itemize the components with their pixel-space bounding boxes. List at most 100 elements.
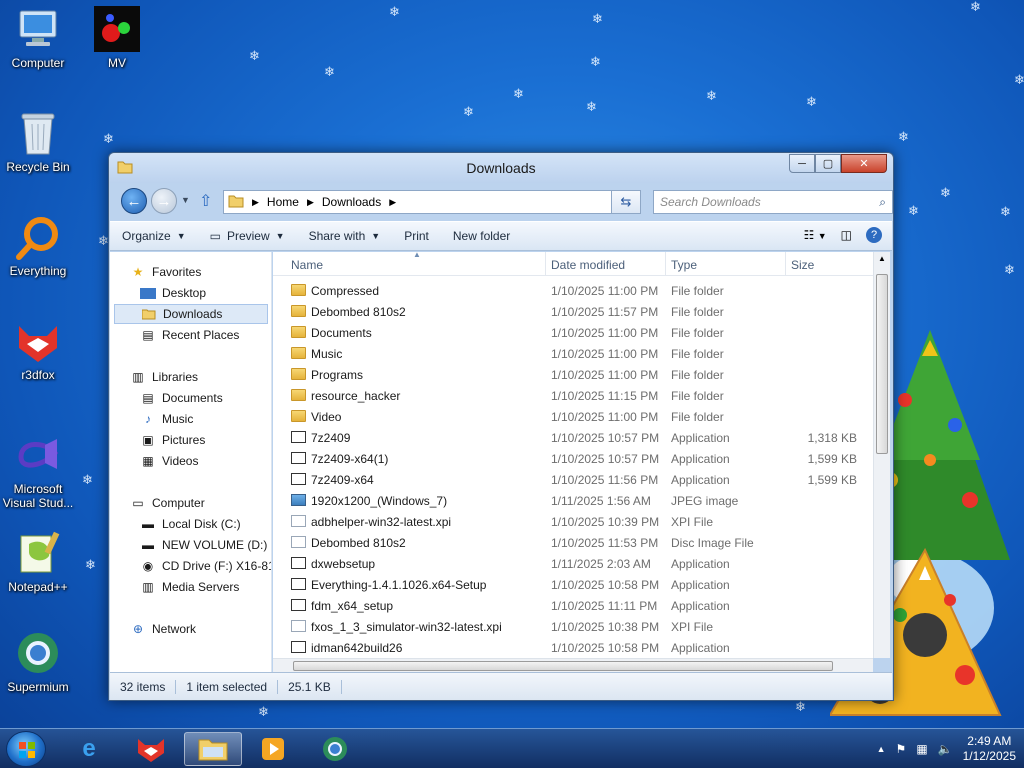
desktop-icon-notepad-plus-plus[interactable]: Notepad++ xyxy=(0,530,76,594)
file-row[interactable]: dxwebsetup 1/11/2025 2:03 AM Application xyxy=(273,553,873,574)
horizontal-scrollbar[interactable] xyxy=(273,658,873,672)
file-row[interactable]: Programs 1/10/2025 11:00 PM File folder xyxy=(273,364,873,385)
nav-network[interactable]: ⊕ Network xyxy=(130,619,271,639)
volume-icon[interactable]: 🔈 xyxy=(938,742,953,756)
nav-desktop[interactable]: Desktop xyxy=(140,283,271,303)
file-row[interactable]: Debombed 810s2 1/10/2025 11:53 PM Disc Ima… xyxy=(273,532,873,553)
snowflake: ❄ xyxy=(1000,204,1011,219)
nav-pictures[interactable]: ▣ Pictures xyxy=(140,430,271,450)
nav-computer[interactable]: ▭ Computer xyxy=(130,493,271,513)
file-row[interactable]: resource_hacker 1/10/2025 11:15 PM File fo… xyxy=(273,385,873,406)
nav-favorites[interactable]: ★ Favorites xyxy=(130,262,271,282)
desktop-icon-everything[interactable]: Everything xyxy=(0,214,76,278)
file-row[interactable]: Debombed 810s2 1/10/2025 11:57 PM File fol… xyxy=(273,301,873,322)
file-row[interactable]: Music 1/10/2025 11:00 PM File folder xyxy=(273,343,873,364)
file-date: 1/10/2025 11:00 PM xyxy=(551,410,659,424)
clock[interactable]: 2:49 AM 1/12/2025 xyxy=(963,734,1016,764)
downloads-folder-icon xyxy=(141,307,157,321)
desktop-icon-label: Computer xyxy=(11,56,65,70)
column-divider[interactable] xyxy=(665,252,666,276)
vertical-scrollbar[interactable]: ▲ xyxy=(873,252,890,658)
file-row[interactable]: Video 1/10/2025 11:00 PM File folder xyxy=(273,406,873,427)
nav-recent-places[interactable]: ▤ Recent Places xyxy=(140,325,271,345)
breadcrumb-chevron-icon[interactable]: ▶ xyxy=(389,197,396,208)
preview-pane-icon[interactable]: ◫ xyxy=(841,228,852,242)
taskbar-media-player[interactable] xyxy=(246,732,300,766)
nav-downloads[interactable]: Downloads xyxy=(114,304,268,324)
column-divider[interactable] xyxy=(545,252,546,276)
desktop-icon-recycle-bin[interactable]: Recycle Bin xyxy=(0,110,76,174)
file-row[interactable]: Documents 1/10/2025 11:00 PM File folder xyxy=(273,322,873,343)
file-row[interactable]: adbhelper-win32-latest.xpi 1/10/2025 10:3… xyxy=(273,511,873,532)
application-icon xyxy=(291,578,306,590)
nav-libraries[interactable]: ▥ Libraries xyxy=(130,367,271,387)
scroll-up-icon[interactable]: ▲ xyxy=(878,254,886,263)
file-row[interactable]: 7z2409 1/10/2025 10:57 PM Application 1,318… xyxy=(273,427,873,448)
share-with-menu[interactable]: Share with ▼ xyxy=(297,222,393,250)
help-icon[interactable]: ? xyxy=(866,227,882,243)
nav-cd-drive[interactable]: ◉ CD Drive (F:) X16-81( xyxy=(140,556,272,576)
title-bar[interactable]: Downloads ─ ▢ ✕ xyxy=(109,153,893,183)
forward-button[interactable]: → xyxy=(151,188,177,214)
maximize-button[interactable]: ▢ xyxy=(815,154,841,173)
start-button[interactable] xyxy=(6,731,46,767)
file-row[interactable]: idman642build26 1/10/2025 10:58 PM Applica… xyxy=(273,637,873,658)
desktop-icon-supermium[interactable]: Supermium xyxy=(0,630,76,694)
horizontal-scroll-thumb[interactable] xyxy=(293,661,833,671)
nav-media-servers[interactable]: ▥ Media Servers xyxy=(140,577,271,597)
close-button[interactable]: ✕ xyxy=(841,154,887,173)
taskbar-supermium[interactable] xyxy=(308,732,362,766)
file-row[interactable]: fxos_1_3_simulator-win32-latest.xpi 1/10/… xyxy=(273,616,873,637)
search-input[interactable]: Search Downloads ⌕ xyxy=(653,190,893,214)
action-center-flag-icon[interactable]: ⚑ xyxy=(896,742,907,756)
show-hidden-icons-arrow[interactable]: ▲ xyxy=(877,744,886,754)
network-icon[interactable]: ▦ xyxy=(916,742,927,756)
nav-music[interactable]: ♪ Music xyxy=(140,409,271,429)
file-type: File folder xyxy=(671,368,724,382)
address-bar[interactable]: ▶ Home ▶ Downloads ▶ ▼ xyxy=(223,190,641,214)
desktop-icon-r3dfox[interactable]: r3dfox xyxy=(0,318,76,382)
back-button[interactable]: ← xyxy=(121,188,147,214)
breadcrumb-home[interactable]: Home xyxy=(267,195,299,209)
file-row[interactable]: Compressed 1/10/2025 11:00 PM File folder xyxy=(273,280,873,301)
column-size[interactable]: Size xyxy=(791,258,814,272)
nav-new-volume[interactable]: ▬ NEW VOLUME (D:) xyxy=(140,535,271,555)
column-divider[interactable] xyxy=(785,252,786,276)
up-arrow-icon[interactable]: ⇧ xyxy=(199,191,212,211)
desktop-icon-computer[interactable]: Computer xyxy=(0,6,76,70)
print-button[interactable]: Print xyxy=(392,222,441,250)
desktop-icon-visual-studio[interactable]: Microsoft Visual Stud... xyxy=(0,432,76,510)
preview-menu[interactable]: ▭ Preview ▼ xyxy=(198,222,297,250)
share-with-label: Share with xyxy=(308,229,366,243)
column-name[interactable]: Name xyxy=(291,258,323,272)
computer-icon: ▭ xyxy=(132,496,144,510)
view-options-icon[interactable]: ☷ ▼ xyxy=(804,228,827,242)
file-row[interactable]: 7z2409-x64 1/10/2025 11:56 PM Application 1… xyxy=(273,469,873,490)
nav-documents[interactable]: ▤ Documents xyxy=(140,388,271,408)
recent-pages-dropdown[interactable]: ▼ xyxy=(181,195,190,205)
column-date-modified[interactable]: Date modified xyxy=(551,258,625,272)
organize-menu[interactable]: Organize ▼ xyxy=(110,222,198,250)
new-folder-button[interactable]: New folder xyxy=(441,222,522,250)
breadcrumb-downloads[interactable]: Downloads xyxy=(322,195,381,209)
file-row[interactable]: 1920x1200_(Windows_7) 1/11/2025 1:56 AM JP… xyxy=(273,490,873,511)
taskbar-explorer[interactable] xyxy=(184,732,242,766)
nav-label: CD Drive (F:) X16-81( xyxy=(162,559,272,573)
breadcrumb-chevron-icon[interactable]: ▶ xyxy=(307,197,314,208)
column-type[interactable]: Type xyxy=(671,258,697,272)
minimize-button[interactable]: ─ xyxy=(789,154,815,173)
vertical-scroll-thumb[interactable] xyxy=(876,274,888,454)
file-row[interactable]: Everything-1.4.1.1026.x64-Setup 1/10/2025… xyxy=(273,574,873,595)
desktop-icon-mv[interactable]: MV xyxy=(79,6,155,70)
nav-label: Favorites xyxy=(152,265,202,279)
file-row[interactable]: 7z2409-x64(1) 1/10/2025 10:57 PM Applicati… xyxy=(273,448,873,469)
breadcrumb-chevron-icon[interactable]: ▶ xyxy=(252,197,259,208)
file-row[interactable]: fdm_x64_setup 1/10/2025 11:11 PM Applicati… xyxy=(273,595,873,616)
organize-label: Organize xyxy=(122,229,171,243)
nav-local-disk[interactable]: ▬ Local Disk (C:) xyxy=(140,514,271,534)
taskbar-r3dfox[interactable] xyxy=(124,732,178,766)
refresh-button[interactable]: ⇆ xyxy=(611,190,641,214)
search-icon[interactable]: ⌕ xyxy=(879,195,886,210)
nav-videos[interactable]: ▦ Videos xyxy=(140,451,271,471)
taskbar-internet-explorer[interactable]: e xyxy=(62,732,116,766)
